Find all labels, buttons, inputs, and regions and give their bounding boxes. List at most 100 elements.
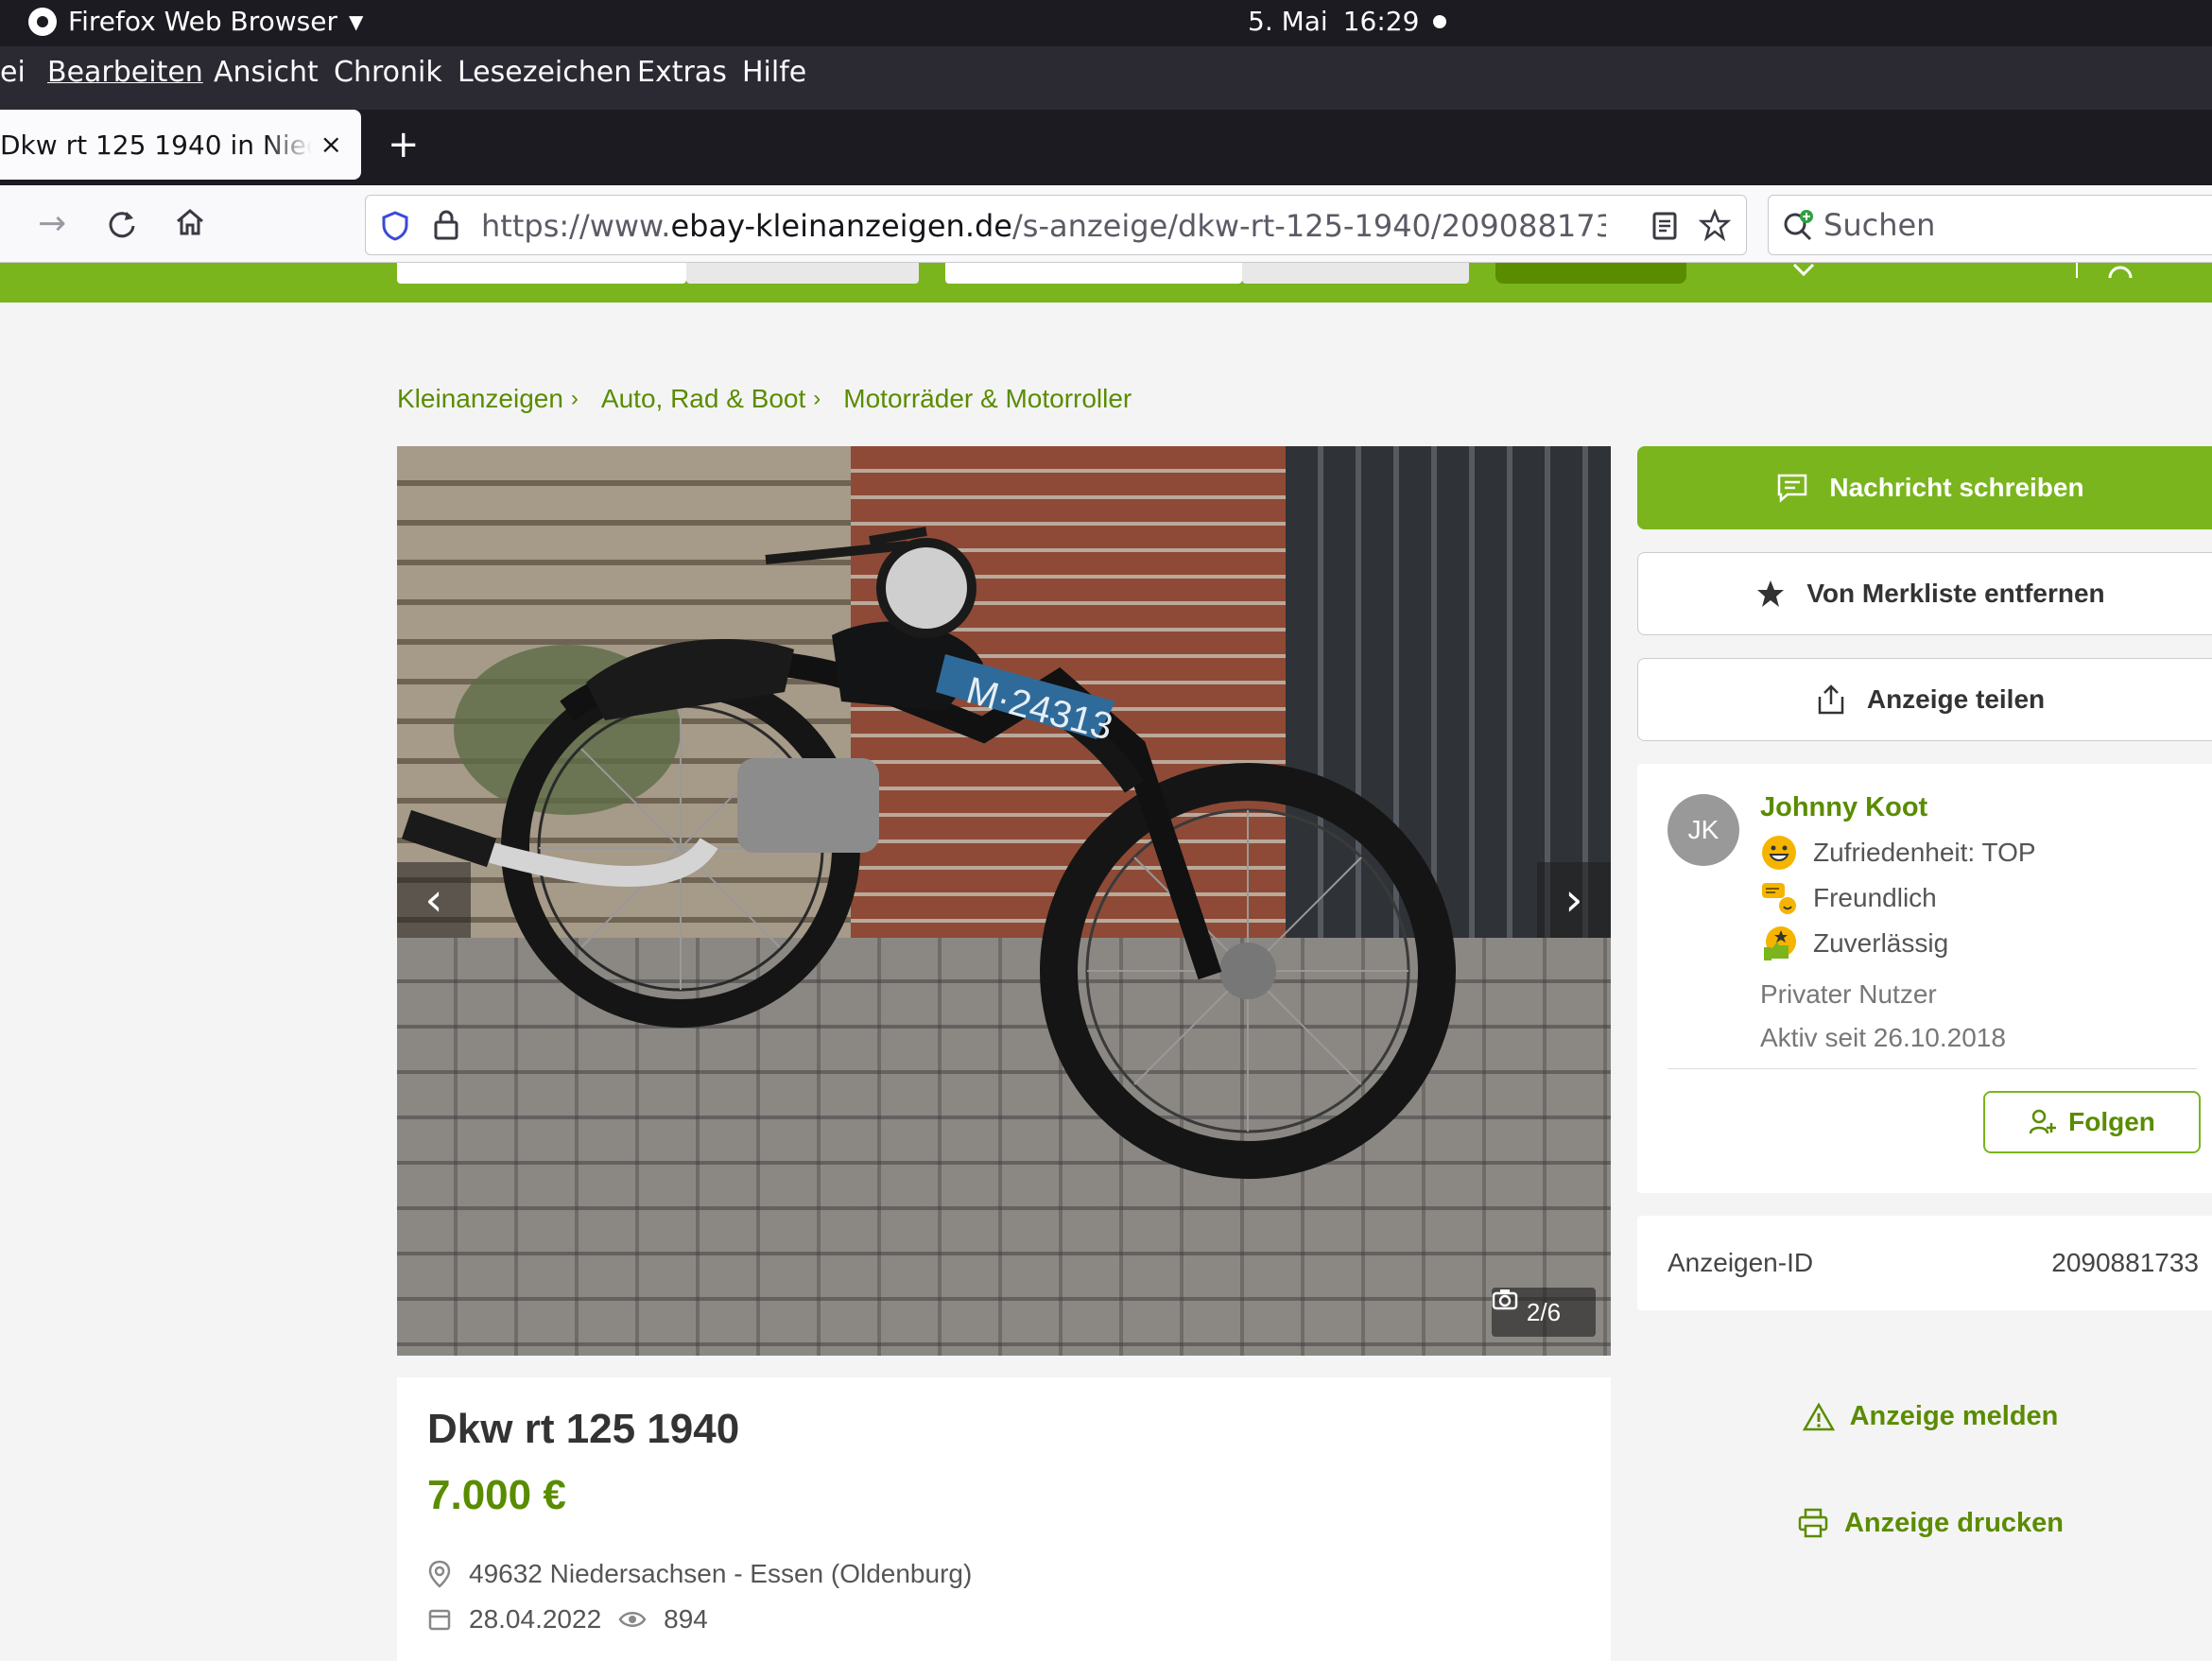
search-bar[interactable]: Suchen [1768, 195, 2212, 255]
menu-bearbeiten[interactable]: Bearbeiten [47, 56, 203, 89]
shield-icon[interactable] [381, 211, 409, 241]
listing-info: Dkw rt 125 1940 7.000 € 49632 Niedersach… [397, 1377, 1611, 1661]
remove-watchlist-button[interactable]: Von Merkliste entfernen [1637, 552, 2212, 635]
share-label: Anzeige teilen [1866, 684, 2046, 714]
site-search-input[interactable] [397, 263, 686, 284]
chevron-right-icon: › [813, 386, 821, 411]
follow-label: Folgen [2068, 1107, 2155, 1136]
menu-lesezeichen[interactable]: Lesezeichen [458, 56, 631, 89]
ad-id-value: 2090881733 [2051, 1248, 2199, 1277]
app-menu[interactable]: Firefox Web Browser ▼ [28, 6, 363, 37]
badge-reliable-label: Zuverlässig [1813, 928, 1949, 958]
chevron-right-icon: › [570, 386, 579, 411]
clock-time: 16:29 [1342, 6, 1420, 37]
location-text: 49632 Niedersachsen - Essen (Oldenburg) [469, 1559, 973, 1588]
close-tab-icon[interactable]: × [320, 129, 342, 160]
listing-meta: 28.04.2022 894 [427, 1604, 708, 1635]
report-ad-link[interactable]: Anzeige melden [1637, 1401, 2212, 1432]
badge-satisfaction-label: Zufriedenheit: TOP [1813, 838, 2036, 867]
seller-type: Privater Nutzer [1760, 979, 1937, 1009]
lock-icon[interactable] [432, 209, 460, 241]
app-name: Firefox Web Browser [68, 6, 337, 37]
forward-icon[interactable]: → [38, 204, 66, 243]
search-engine-icon [1784, 210, 1813, 241]
site-header [0, 263, 2212, 303]
print-ad-label: Anzeige drucken [1843, 1507, 2065, 1538]
header-divider [2076, 263, 2078, 278]
photo-counter: 2/6 [1492, 1288, 1596, 1337]
home-icon[interactable] [174, 206, 206, 238]
tab-active[interactable]: Dkw rt 125 1940 in Niede × [0, 110, 361, 180]
listing-title: Dkw rt 125 1940 [427, 1406, 740, 1452]
photo-counter-text: 2/6 [1526, 1297, 1562, 1326]
new-tab-button[interactable]: + [388, 123, 420, 166]
site-search-button[interactable] [1495, 263, 1686, 284]
seller-active-since: Aktiv seit 26.10.2018 [1760, 1023, 2006, 1052]
menu-ansicht[interactable]: Ansicht [214, 56, 319, 89]
location-pin-icon [428, 1560, 451, 1588]
calendar-icon [428, 1609, 451, 1631]
star-icon [1757, 580, 1785, 607]
remove-watchlist-label: Von Merkliste entfernen [1806, 579, 2105, 608]
menu-hilfe[interactable]: Hilfe [742, 56, 806, 89]
listing-date: 28.04.2022 [469, 1604, 602, 1634]
ad-id-box: Anzeigen-ID 2090881733 [1637, 1216, 2212, 1310]
breadcrumb: Kleinanzeigen › Auto, Rad & Boot › Motorrä… [397, 384, 1132, 414]
seller-name[interactable]: Johnny Koot [1760, 792, 1927, 823]
eye-icon [618, 1612, 647, 1627]
url-text: https://www.ebay-kleinanzeigen.de/s-anze… [481, 208, 1606, 244]
tab-title: Dkw rt 125 1940 in Niede [0, 129, 312, 161]
breadcrumb-item[interactable]: Motorräder & Motorroller [843, 384, 1132, 414]
system-top-bar: Firefox Web Browser ▼ 5. Mai 16:29 [0, 0, 2212, 46]
divider [1668, 1068, 2197, 1069]
ad-id-label: Anzeigen-ID [1668, 1248, 1814, 1277]
category-select[interactable] [686, 263, 919, 284]
add-user-icon [2029, 1109, 2057, 1134]
listing-price: 7.000 € [427, 1472, 566, 1518]
firefox-icon [28, 7, 57, 36]
previous-photo-button[interactable]: ‹ [397, 862, 471, 938]
bookmark-star-icon[interactable] [1699, 209, 1731, 241]
menu-chronik[interactable]: Chronik [334, 56, 442, 89]
report-ad-label: Anzeige melden [1849, 1401, 2059, 1431]
listing-photo[interactable]: M·24313 ‹ › 2/6 [397, 446, 1611, 1356]
notification-dot-icon [1433, 15, 1446, 28]
breadcrumb-item[interactable]: Auto, Rad & Boot › [601, 384, 821, 414]
motorcycle-illustration: M·24313 [401, 527, 1456, 1179]
follow-button[interactable]: Folgen [1983, 1091, 2201, 1153]
send-message-label: Nachricht schreiben [1829, 473, 2084, 502]
location-input[interactable] [945, 263, 1242, 284]
reader-view-icon[interactable] [1651, 211, 1678, 241]
breadcrumb-item[interactable]: Kleinanzeigen › [397, 384, 579, 414]
seller-card: JK Johnny Koot Zufriedenheit: TOP Freund… [1637, 764, 2212, 1193]
listing-location: 49632 Niedersachsen - Essen (Oldenburg) [427, 1559, 972, 1589]
radius-select[interactable] [1242, 263, 1469, 284]
clock-date: 5. Mai [1248, 6, 1328, 37]
user-icon[interactable] [2106, 263, 2134, 280]
navigation-bar: → https://www.ebay-kleinanzeigen.de/s-an… [0, 185, 2212, 263]
menu-extras[interactable]: Extras [637, 56, 727, 89]
send-message-button[interactable]: Nachricht schreiben [1637, 446, 2212, 529]
message-icon [1778, 474, 1807, 503]
thumbs-up-icon [1764, 926, 1796, 960]
page-content: Kleinanzeigen › Auto, Rad & Boot › Motorrä… [0, 303, 2212, 1661]
address-bar[interactable]: https://www.ebay-kleinanzeigen.de/s-anze… [365, 195, 1747, 255]
share-button[interactable]: Anzeige teilen [1637, 658, 2212, 741]
menu-datei[interactable]: ei [0, 56, 26, 89]
chevron-down-icon: ▼ [348, 9, 364, 33]
chevron-down-icon[interactable] [1790, 263, 1817, 280]
avatar[interactable]: JK [1668, 794, 1739, 866]
badge-friendly: Freundlich [1760, 879, 1937, 917]
badge-reliable: Zuverlässig [1760, 925, 1948, 962]
share-icon [1818, 684, 1844, 715]
clock[interactable]: 5. Mai 16:29 [1248, 6, 1419, 37]
printer-icon [1798, 1508, 1828, 1538]
listing-views: 894 [664, 1604, 708, 1634]
print-ad-link[interactable]: Anzeige drucken [1637, 1507, 2212, 1539]
next-photo-button[interactable]: › [1537, 862, 1611, 938]
tab-bar: Dkw rt 125 1940 in Niede × + [0, 110, 2212, 185]
warning-icon [1802, 1401, 1835, 1430]
badge-friendly-label: Freundlich [1813, 883, 1937, 912]
menu-bar: ei Bearbeiten Ansicht Chronik Lesezeiche… [0, 46, 2212, 110]
reload-icon[interactable] [106, 208, 138, 240]
